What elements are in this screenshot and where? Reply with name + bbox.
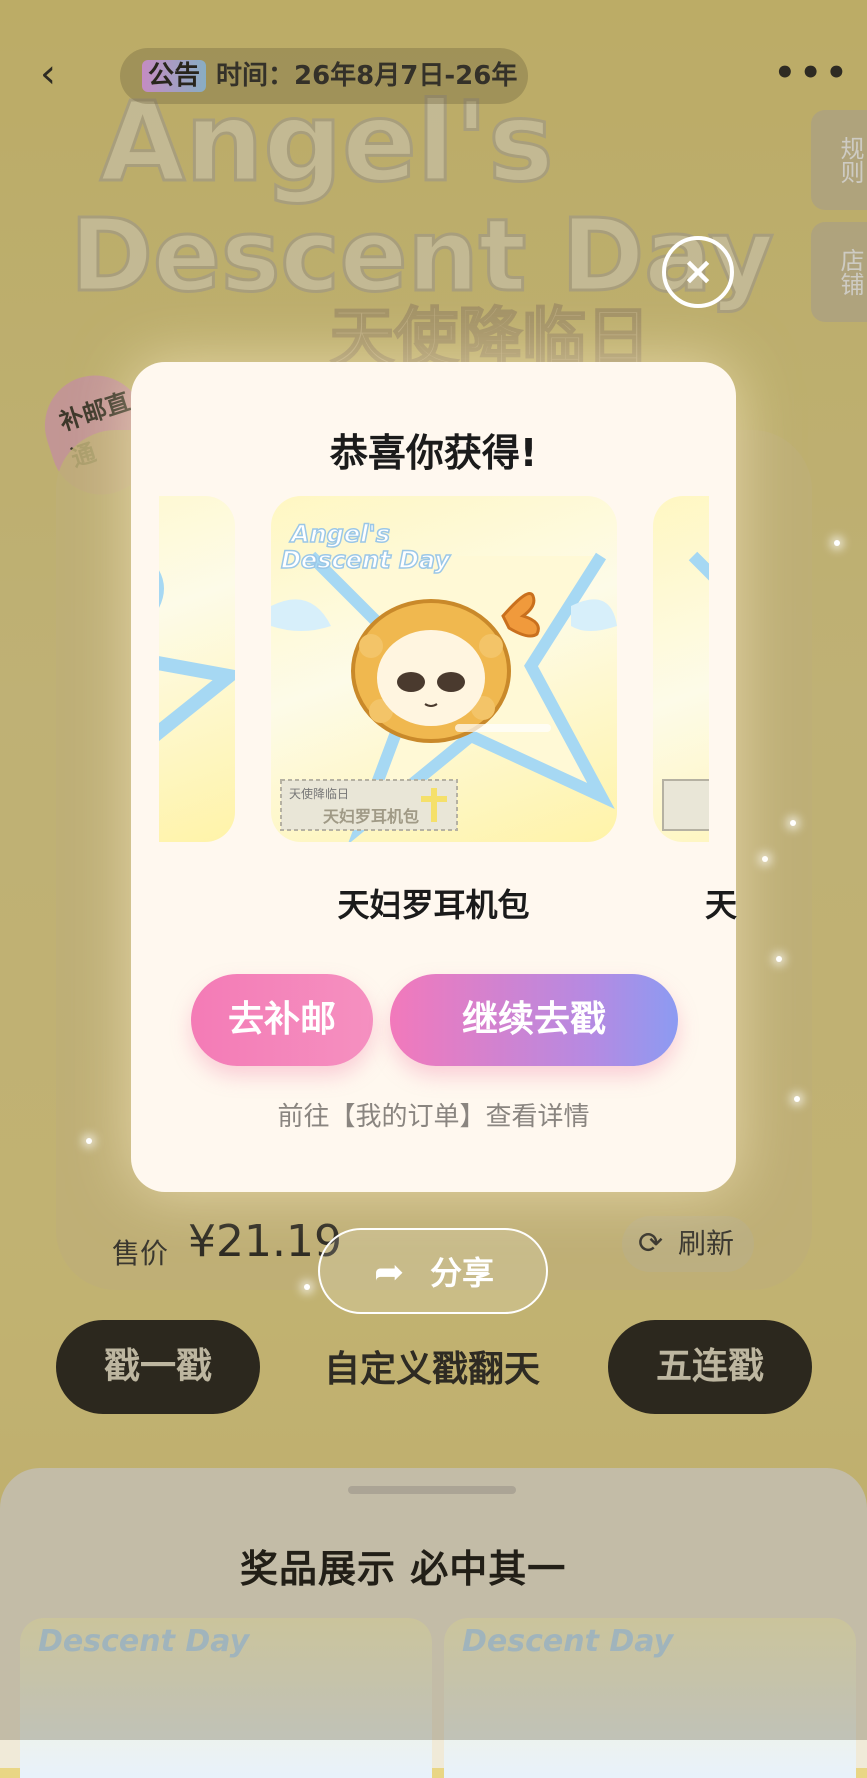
- close-icon[interactable]: ×: [662, 236, 734, 308]
- sparkle-decoration: [790, 820, 796, 826]
- prize-card-current[interactable]: Angel's Descent Day 天使降临日 天妇罗耳机包: [271, 496, 617, 842]
- sparkle-decoration: [776, 956, 782, 962]
- card-brand-line1: Angel's: [289, 520, 390, 548]
- card-tag-name: 天妇罗耳机包: [323, 807, 419, 826]
- sparkle-decoration: [794, 1096, 800, 1102]
- prize-card-prev[interactable]: [159, 496, 235, 842]
- prize-name-next: 天: [705, 886, 738, 924]
- sparkle-decoration: [762, 856, 768, 862]
- share-button[interactable]: ➦ 分享: [318, 1228, 548, 1314]
- share-label: 分享: [430, 1254, 495, 1292]
- continue-draw-button[interactable]: 继续去戳: [390, 974, 678, 1066]
- prize-name: 天妇罗耳机包: [337, 886, 530, 924]
- prize-card-next[interactable]: [653, 496, 709, 842]
- modal-title: 恭喜你获得!: [329, 431, 538, 475]
- sparkle-decoration: [86, 1138, 92, 1144]
- share-icon: ➦: [374, 1252, 405, 1293]
- reward-modal: 恭喜你获得! Angel's Descent Day 天使降临日 天妇罗耳机包 …: [131, 362, 738, 1192]
- sparkle-decoration: [834, 540, 840, 546]
- sparkle-decoration: [304, 1284, 310, 1290]
- prize-carousel[interactable]: Angel's Descent Day 天使降临日 天妇罗耳机包: [159, 496, 709, 846]
- card-brand-line2: Descent Day: [281, 546, 451, 574]
- card-tag-small: 天使降临日: [289, 786, 349, 801]
- my-orders-link[interactable]: 前往【我的订单】查看详情: [131, 1096, 736, 1133]
- pay-shipping-button[interactable]: 去补邮: [191, 974, 373, 1066]
